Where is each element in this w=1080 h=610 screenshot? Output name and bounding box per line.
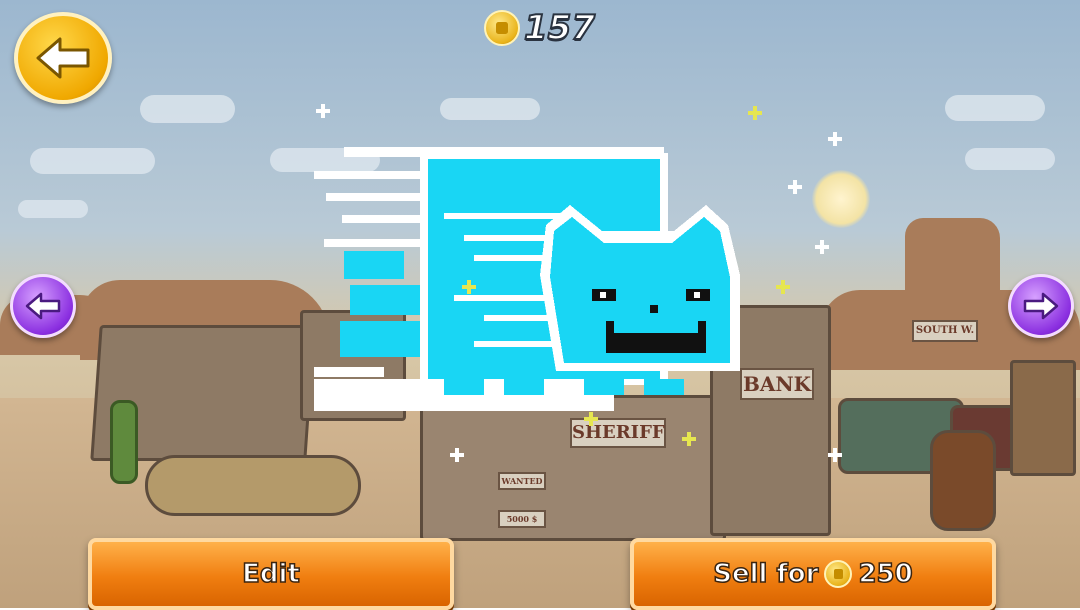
direction-sign: SOUTH W. [912, 320, 978, 342]
edit-button[interactable]: Edit [88, 538, 454, 610]
cactus [110, 400, 138, 484]
coin-icon [824, 560, 853, 588]
previous-item-button[interactable] [10, 274, 76, 338]
left-arrow-icon [36, 37, 90, 79]
cloud [30, 148, 155, 174]
sell-button[interactable]: Sell for 250 [630, 538, 996, 610]
cloud [18, 200, 88, 218]
coin-icon [484, 10, 520, 46]
sparkle-icon [828, 132, 842, 146]
wanted-poster-reward: 5000 $ [498, 510, 546, 528]
sell-price: 250 [858, 558, 914, 590]
left-arrow-icon [25, 292, 61, 320]
water-tower [1010, 360, 1076, 476]
coin-counter: 157 [484, 7, 596, 49]
cloud [140, 95, 235, 123]
wagon [145, 455, 361, 516]
sell-button-label: Sell for [712, 558, 819, 590]
sparkle-icon [748, 106, 762, 120]
sun [812, 170, 870, 228]
sparkle-icon [316, 104, 330, 118]
cloud [965, 148, 1055, 170]
sparkle-icon [776, 280, 790, 294]
sparkle-icon [788, 180, 802, 194]
sparkle-icon [584, 412, 598, 426]
cloud [945, 95, 1045, 121]
sparkle-icon [682, 432, 696, 446]
cyan-pixel-cat-character [314, 135, 764, 425]
sparkle-icon [450, 448, 464, 462]
cloud [440, 98, 540, 120]
coin-count: 157 [523, 7, 596, 49]
sparkle-icon [815, 240, 829, 254]
horse [930, 430, 996, 531]
sparkle-icon [828, 448, 842, 462]
back-button[interactable] [14, 12, 112, 104]
edit-button-label: Edit [241, 558, 300, 590]
next-item-button[interactable] [1008, 274, 1074, 338]
wanted-poster-title: WANTED [498, 472, 546, 490]
sparkle-icon [462, 280, 476, 294]
right-arrow-icon [1023, 292, 1059, 320]
